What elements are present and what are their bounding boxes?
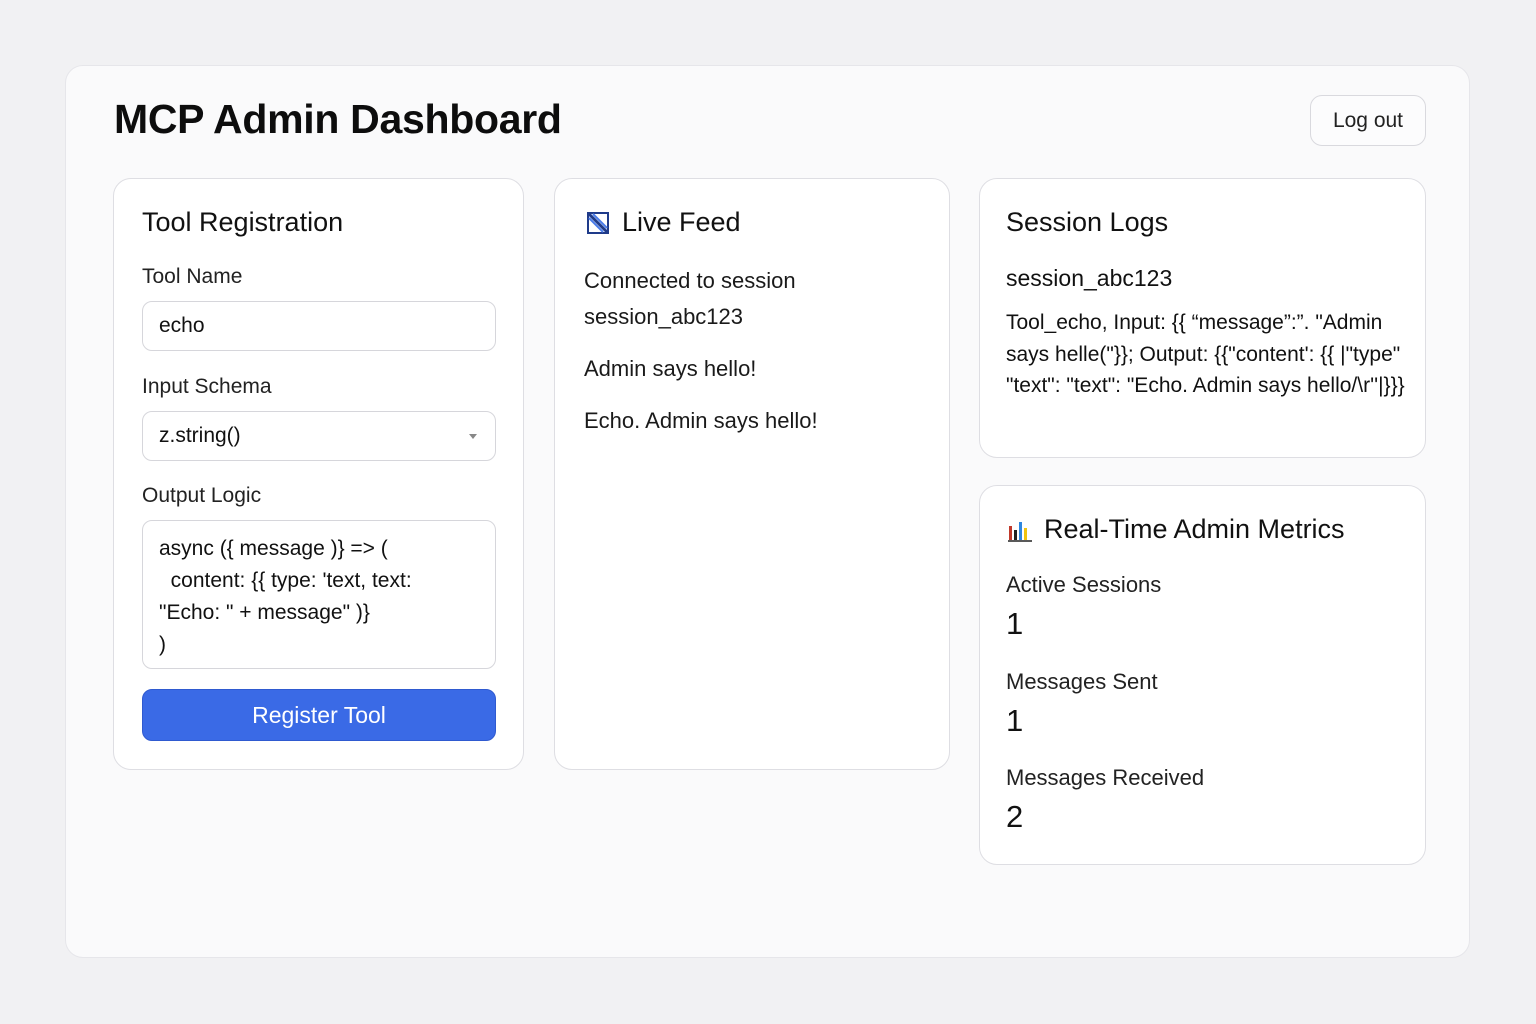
metric-value-active-sessions: 1 — [1006, 606, 1024, 641]
log-entry: Tool_echo, Input: {{ “message”:”. "Admin… — [1006, 311, 1405, 397]
input-schema-label: Input Schema — [142, 375, 272, 398]
live-feed-card: Live Feed Connected to session session_a… — [554, 178, 950, 770]
input-schema-value: z.string() — [159, 424, 241, 447]
session-logs-title: Session Logs — [1006, 207, 1169, 237]
output-logic-textarea[interactable]: async ({ message )} => ( content: {{ typ… — [142, 520, 496, 669]
page-title: MCP Admin Dashboard — [114, 96, 562, 142]
input-schema-select[interactable]: z.string() — [142, 411, 496, 461]
tool-name-label: Tool Name — [142, 265, 243, 288]
metric-label-active-sessions: Active Sessions — [1006, 572, 1162, 597]
feed-item: Connected to session session_abc123 — [584, 268, 796, 329]
metrics-card: Real-Time Admin Metrics Active Sessions … — [979, 485, 1426, 865]
metrics-header: Real-Time Admin Metrics — [1006, 514, 1345, 545]
metrics-title: Real-Time Admin Metrics — [1044, 514, 1345, 544]
tool-registration-title: Tool Registration — [142, 207, 344, 237]
register-tool-button[interactable]: Register Tool — [142, 689, 496, 741]
session-logs-card: Session Logs session_abc123 Tool_echo, I… — [979, 178, 1426, 458]
chevron-down-icon — [469, 433, 477, 439]
output-logic-label: Output Logic — [142, 484, 262, 507]
logout-button[interactable]: Log out — [1310, 95, 1426, 146]
metric-value-messages-received: 2 — [1006, 799, 1024, 834]
metric-value-messages-sent: 1 — [1006, 703, 1024, 738]
bar-chart-icon — [1006, 516, 1034, 544]
tool-name-input[interactable] — [142, 301, 496, 351]
live-feed-title: Live Feed — [622, 207, 741, 237]
tool-registration-card: Tool Registration Tool Name Input Schema… — [113, 178, 524, 770]
feed-item: Admin says hello! — [584, 356, 757, 381]
metric-label-messages-received: Messages Received — [1006, 765, 1205, 790]
session-id: session_abc123 — [1006, 265, 1173, 291]
feed-item: Echo. Admin says hello! — [584, 408, 818, 433]
live-feed-header: Live Feed — [584, 207, 741, 238]
feed-icon — [584, 209, 612, 237]
feed-list: Connected to session session_abc123 Admi… — [584, 263, 924, 455]
dashboard-shell: MCP Admin Dashboard Log out Tool Registr… — [65, 65, 1470, 958]
metric-label-messages-sent: Messages Sent — [1006, 669, 1158, 694]
